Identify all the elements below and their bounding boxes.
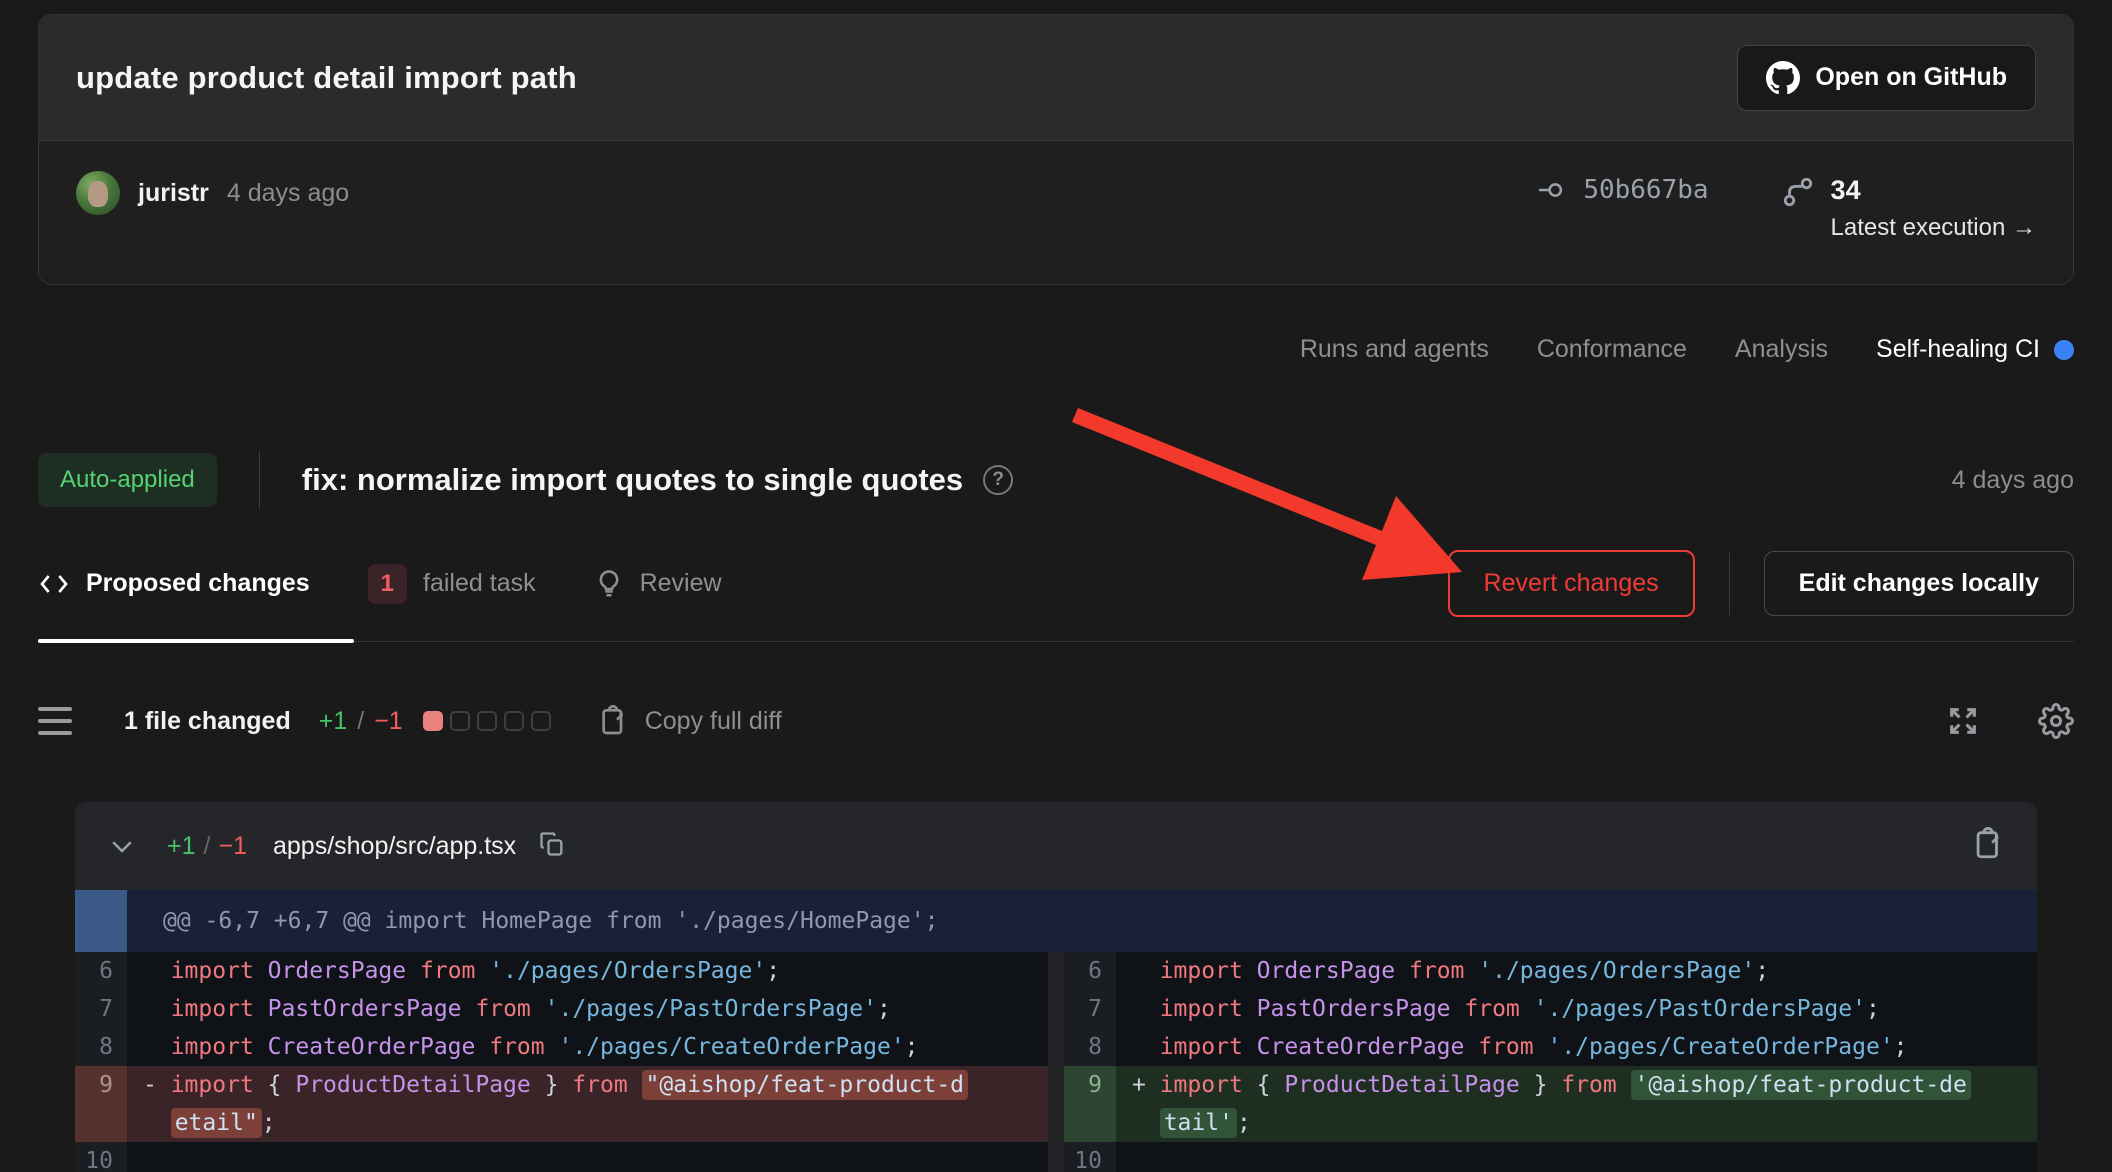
fix-time: 4 days ago <box>1952 466 2074 495</box>
nav-item-analysis[interactable]: Analysis <box>1735 335 1828 364</box>
line-number: 7 <box>75 990 127 1028</box>
branch-icon <box>1781 175 1815 209</box>
commit-card-body: juristr 4 days ago 50b667ba 34 Latest ex… <box>39 141 2073 284</box>
fix-header-row: Auto-applied fix: normalize import quote… <box>38 450 2074 510</box>
active-tab-underline <box>38 639 354 643</box>
page-title: update product detail import path <box>76 60 577 96</box>
diff-line: 6 import OrdersPage from './pages/Orders… <box>75 952 1048 990</box>
open-on-github-label: Open on GitHub <box>1815 63 2007 92</box>
code-line <box>127 1142 1048 1172</box>
tab-proposed-changes[interactable]: Proposed changes <box>38 568 310 600</box>
author-name[interactable]: juristr <box>138 179 209 208</box>
diff-line: 8 import CreateOrderPage from './pages/C… <box>75 1028 1048 1066</box>
tab-failed-task[interactable]: 1 failed task <box>368 564 536 604</box>
lightbulb-icon <box>594 569 624 599</box>
deletions-count: −1 <box>374 707 403 736</box>
code-line: + import { ProductDetailPage } from '@ai… <box>1116 1066 2037 1142</box>
divider <box>1729 553 1730 615</box>
nav-item-self-healing-ci[interactable]: Self-healing CI <box>1876 335 2074 364</box>
failed-count-badge: 1 <box>368 564 407 604</box>
line-number: 6 <box>1064 952 1116 990</box>
tabs-row: Proposed changes 1 failed task Review Re… <box>38 550 2074 642</box>
additions-count: +1 <box>319 707 348 736</box>
code-icon <box>38 568 70 600</box>
revert-changes-button[interactable]: Revert changes <box>1448 550 1695 617</box>
diff-pane-right: 6 import OrdersPage from './pages/Orders… <box>1064 952 2037 1172</box>
code-line: import CreateOrderPage from './pages/Cre… <box>127 1028 1048 1066</box>
line-number: 9 <box>1064 1066 1116 1142</box>
file-list-menu-icon[interactable] <box>38 707 72 735</box>
fix-title: fix: normalize import quotes to single q… <box>302 462 963 498</box>
top-nav: Runs and agents Conformance Analysis Sel… <box>38 335 2074 364</box>
chevron-down-icon[interactable] <box>107 831 137 861</box>
auto-applied-badge: Auto-applied <box>38 453 217 507</box>
edit-changes-locally-button[interactable]: Edit changes locally <box>1764 551 2074 616</box>
diff-line: 8 import CreateOrderPage from './pages/C… <box>1064 1028 2037 1066</box>
diff-toolbar-right <box>1946 703 2074 739</box>
diff-line: 10 <box>1064 1142 2037 1172</box>
author-row: juristr 4 days ago <box>76 171 349 215</box>
line-number: 9 <box>75 1066 127 1142</box>
diff-line: 10 <box>75 1142 1048 1172</box>
diff-toolbar: 1 file changed +1 / −1 Copy full diff <box>38 692 2074 750</box>
hunk-text: @@ -6,7 +6,7 @@ import HomePage from './… <box>127 890 938 952</box>
line-number: 6 <box>75 952 127 990</box>
help-icon[interactable]: ? <box>983 465 1013 495</box>
diff-line: 7 import PastOrdersPage from './pages/Pa… <box>75 990 1048 1028</box>
open-on-github-button[interactable]: Open on GitHub <box>1737 45 2036 111</box>
code-line: import OrdersPage from './pages/OrdersPa… <box>1116 952 2037 990</box>
files-changed-label: 1 file changed <box>124 707 291 736</box>
copy-file-diff-icon[interactable] <box>1971 827 2005 866</box>
execution-group: 34 Latest execution → <box>1781 175 2036 242</box>
gear-icon[interactable] <box>2038 703 2074 739</box>
divider <box>259 451 260 509</box>
diff-line: 9- import { ProductDetailPage } from "@a… <box>75 1066 1048 1142</box>
file-path: apps/shop/src/app.tsx <box>273 832 516 861</box>
code-line: import PastOrdersPage from './pages/Past… <box>1116 990 2037 1028</box>
commit-card: update product detail import path Open o… <box>38 14 2074 285</box>
execution-count: 34 <box>1831 175 2036 206</box>
commit-time: 4 days ago <box>227 179 349 208</box>
commit-card-header: update product detail import path Open o… <box>39 15 2073 141</box>
line-number: 8 <box>75 1028 127 1066</box>
latest-execution-link[interactable]: Latest execution → <box>1831 214 2036 242</box>
diff-card: +1/−1 apps/shop/src/app.tsx @@ -6,7 +6,7… <box>75 802 2037 1172</box>
code-line: - import { ProductDetailPage } from "@ai… <box>127 1066 1048 1142</box>
code-line: import PastOrdersPage from './pages/Past… <box>127 990 1048 1028</box>
copy-full-diff-button[interactable]: Copy full diff <box>597 705 782 737</box>
copy-path-icon[interactable] <box>538 830 566 863</box>
nav-item-runs-and-agents[interactable]: Runs and agents <box>1300 335 1489 364</box>
tab-review[interactable]: Review <box>594 569 722 599</box>
code-line: import OrdersPage from './pages/OrdersPa… <box>127 952 1048 990</box>
line-number: 7 <box>1064 990 1116 1028</box>
commit-hash[interactable]: 50b667ba <box>1539 175 1708 205</box>
clipboard-icon <box>597 705 629 737</box>
notification-dot <box>2054 340 2074 360</box>
expand-icon[interactable] <box>1946 704 1980 738</box>
avatar[interactable] <box>76 171 120 215</box>
github-icon <box>1766 61 1800 95</box>
line-number: 8 <box>1064 1028 1116 1066</box>
diff-pane-left: 6 import OrdersPage from './pages/Orders… <box>75 952 1048 1172</box>
hunk-header: @@ -6,7 +6,7 @@ import HomePage from './… <box>75 890 2037 952</box>
action-buttons: Revert changes Edit changes locally <box>1448 550 2074 617</box>
code-line <box>1116 1142 2037 1172</box>
diff-panes: 6 import OrdersPage from './pages/Orders… <box>75 952 2037 1172</box>
nav-item-conformance[interactable]: Conformance <box>1537 335 1687 364</box>
page: update product detail import path Open o… <box>0 0 2112 1172</box>
diff-line: 9+ import { ProductDetailPage } from '@a… <box>1064 1066 2037 1142</box>
diff-line: 7 import PastOrdersPage from './pages/Pa… <box>1064 990 2037 1028</box>
file-diff-counts: +1/−1 <box>167 832 247 861</box>
line-number: 10 <box>75 1142 127 1172</box>
commit-icon <box>1539 175 1569 205</box>
file-header: +1/−1 apps/shop/src/app.tsx <box>75 802 2037 890</box>
line-number: 10 <box>1064 1142 1116 1172</box>
hunk-gutter-block <box>75 890 127 952</box>
diff-stat-blocks <box>423 711 551 731</box>
diff-line: 6 import OrdersPage from './pages/Orders… <box>1064 952 2037 990</box>
code-line: import CreateOrderPage from './pages/Cre… <box>1116 1028 2037 1066</box>
commit-meta: 50b667ba 34 Latest execution → <box>1539 171 2036 242</box>
